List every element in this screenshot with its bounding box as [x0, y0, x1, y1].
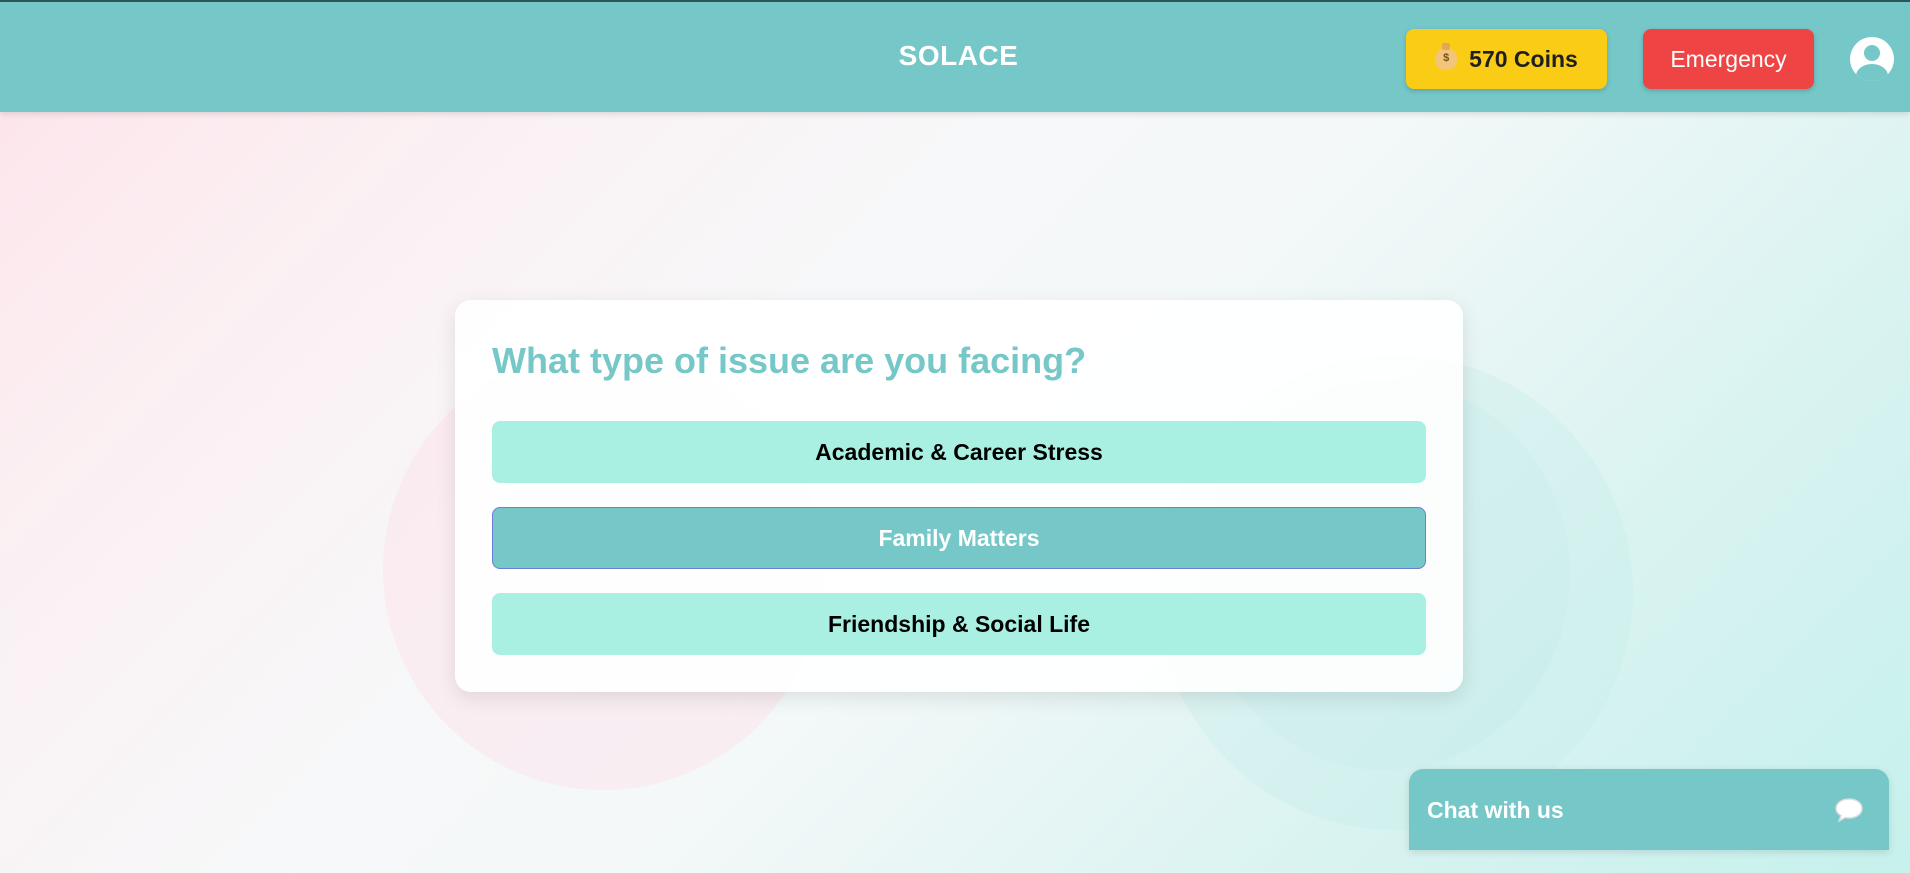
option-friendship-social-life[interactable]: Friendship & Social Life — [492, 593, 1426, 655]
top-navbar: SOLACE 570 Coins Emergency — [0, 0, 1910, 112]
issue-type-card: What type of issue are you facing? Acade… — [455, 300, 1463, 692]
emergency-button[interactable]: Emergency — [1643, 29, 1814, 89]
user-avatar-icon[interactable] — [1850, 37, 1894, 81]
chat-widget[interactable]: Chat with us — [1409, 769, 1889, 850]
avatar-shoulders — [1856, 64, 1888, 81]
brand-title: SOLACE — [898, 40, 1019, 71]
option-academic-career-stress[interactable]: Academic & Career Stress — [492, 421, 1426, 483]
chat-bubble-icon — [1835, 798, 1863, 823]
issue-type-question: What type of issue are you facing? — [492, 340, 1087, 381]
avatar-head — [1864, 45, 1880, 61]
option-family-matters[interactable]: Family Matters — [492, 507, 1426, 569]
money-bag-icon — [1435, 43, 1458, 70]
chat-label: Chat with us — [1427, 797, 1564, 823]
coins-label: 570 Coins — [1469, 45, 1578, 72]
coins-button[interactable]: 570 Coins — [1406, 29, 1607, 89]
